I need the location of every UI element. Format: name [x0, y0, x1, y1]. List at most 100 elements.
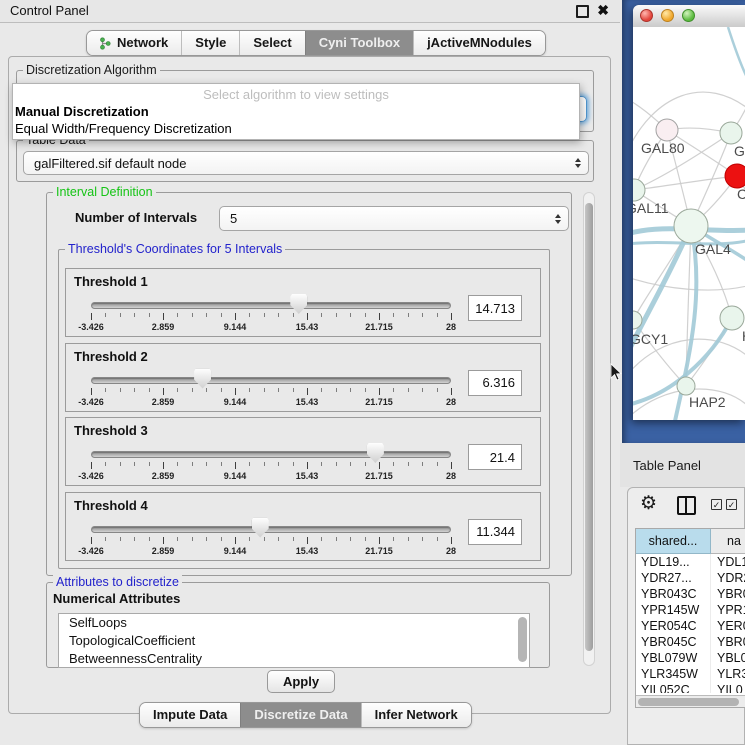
table-row[interactable]: YBR045CYBR0: [636, 634, 745, 650]
tick-label: 28: [446, 322, 456, 332]
slider-thumb[interactable]: [367, 443, 384, 463]
slider-track[interactable]: [91, 451, 451, 458]
slider-track[interactable]: [91, 377, 451, 384]
slider-thumb[interactable]: [290, 294, 307, 314]
threshold-value-field[interactable]: 21.4: [468, 444, 522, 470]
close-traffic-light[interactable]: [640, 9, 653, 22]
table-row[interactable]: YDL19...YDL1: [636, 554, 745, 570]
scrollbar-thumb[interactable]: [638, 698, 739, 706]
tick-label: -3.426: [78, 322, 104, 332]
column-header-name[interactable]: na: [711, 529, 745, 554]
tick-mark: [192, 537, 193, 541]
slider-tick-labels: -3.4262.8599.14415.4321.71528: [91, 322, 451, 333]
float-window-icon[interactable]: [576, 5, 589, 18]
tick-mark: [321, 388, 322, 392]
panel-vertical-scrollbar[interactable]: [583, 192, 595, 666]
slider-track[interactable]: [91, 526, 451, 533]
tick-mark: [437, 388, 438, 392]
table-row[interactable]: YIL052CYIL0: [636, 682, 745, 693]
threshold-value-field[interactable]: 6.316: [468, 370, 522, 396]
tick-label: 15.43: [296, 471, 319, 481]
table-row[interactable]: YDR27...YDR2: [636, 570, 745, 586]
tick-mark: [451, 462, 452, 469]
table-row[interactable]: YBL079WYBL0: [636, 650, 745, 666]
spinner-arrows-icon[interactable]: [555, 214, 561, 224]
table-row[interactable]: YPR145WYPR1: [636, 602, 745, 618]
slider-track[interactable]: [91, 302, 451, 309]
dropdown-placeholder-option[interactable]: Select algorithm to view settings: [13, 87, 579, 102]
table-data-select[interactable]: galFiltered.sif default node: [23, 151, 589, 175]
scrollbar-thumb[interactable]: [585, 203, 593, 651]
network-window-titlebar[interactable]: [633, 5, 745, 28]
table-row[interactable]: YLR345WYLR3: [636, 666, 745, 682]
gear-icon[interactable]: ⚙: [640, 492, 657, 515]
network-node-g-[interactable]: [720, 122, 742, 144]
attribute-item[interactable]: SelfLoops: [59, 614, 529, 632]
dropdown-option-manual-discretization[interactable]: Manual Discretization: [15, 104, 149, 119]
threshold-coordinates-group-title: Threshold's Coordinates for 5 Intervals: [65, 242, 285, 256]
tab-discretize-data[interactable]: Discretize Data: [240, 703, 360, 727]
threshold-value-field[interactable]: 14.713: [468, 295, 522, 321]
dropdown-option-equal-width-frequency[interactable]: Equal Width/Frequency Discretization: [15, 121, 232, 136]
table-panel-title: Table Panel: [633, 458, 701, 473]
tick-mark: [177, 462, 178, 466]
number-of-intervals-select[interactable]: 5: [219, 206, 569, 231]
table-horizontal-scrollbar[interactable]: [636, 695, 745, 708]
network-node-hap2[interactable]: [677, 377, 695, 395]
column-header-shared-name[interactable]: shared...: [636, 529, 711, 554]
table-row[interactable]: YBR043CYBR0: [636, 586, 745, 602]
tick-mark: [221, 537, 222, 541]
tab-style[interactable]: Style: [181, 31, 239, 55]
network-canvas[interactable]: GAL80G.CGAL11GAL4GCY1HHAP2: [633, 27, 745, 420]
zoom-traffic-light[interactable]: [682, 9, 695, 22]
network-node-gal4[interactable]: [674, 209, 708, 243]
top-tab-bar: NetworkStyleSelectCyni ToolboxjActiveMNo…: [86, 30, 546, 56]
threshold-box-4: Threshold 4-3.4262.8599.14415.4321.71528…: [65, 492, 541, 561]
tab-cyni-toolbox[interactable]: Cyni Toolbox: [305, 31, 413, 55]
attribute-item[interactable]: BetweennessCentrality: [59, 650, 529, 668]
tick-mark: [379, 313, 380, 320]
tick-label: 21.715: [365, 471, 393, 481]
network-node-h[interactable]: [720, 306, 744, 330]
spinner-arrows-icon[interactable]: [575, 158, 581, 168]
column-layout-icon[interactable]: [677, 496, 696, 515]
minimize-traffic-light[interactable]: [661, 9, 674, 22]
network-node-gal80[interactable]: [656, 119, 678, 141]
tick-mark: [177, 313, 178, 317]
network-graph: GAL80G.CGAL11GAL4GCY1HHAP2: [633, 27, 745, 420]
threshold-value-field[interactable]: 11.344: [468, 519, 522, 545]
table-header-row: shared... na: [636, 529, 745, 554]
tick-mark: [393, 537, 394, 541]
cell-name: YBR0: [711, 586, 745, 602]
tick-mark: [379, 537, 380, 544]
tick-mark: [149, 537, 150, 541]
apply-button[interactable]: Apply: [267, 670, 335, 693]
slider-thumb[interactable]: [252, 518, 269, 538]
tick-mark: [350, 462, 351, 466]
tick-mark: [437, 537, 438, 541]
tab-network[interactable]: Network: [87, 31, 181, 55]
close-icon[interactable]: ✖: [597, 2, 609, 19]
checkbox-icon[interactable]: ✓: [711, 499, 722, 510]
slider-tick-labels: -3.4262.8599.14415.4321.71528: [91, 546, 451, 557]
control-panel-titlebar: Control Panel ✖: [0, 0, 620, 23]
tick-label: 28: [446, 397, 456, 407]
tick-label: 15.43: [296, 397, 319, 407]
table-row[interactable]: YER054CYER0: [636, 618, 745, 634]
attribute-item[interactable]: TopologicalCoefficient: [59, 632, 529, 650]
tick-mark: [134, 537, 135, 541]
tab-impute-data[interactable]: Impute Data: [140, 703, 240, 727]
list-scrollbar-thumb[interactable]: [518, 617, 527, 662]
slider-thumb[interactable]: [194, 369, 211, 389]
tab-infer-network[interactable]: Infer Network: [361, 703, 471, 727]
checkbox-icon[interactable]: ✓: [726, 499, 737, 510]
tick-mark: [149, 462, 150, 466]
network-node-c[interactable]: [725, 164, 745, 188]
tab-jactivemnodules[interactable]: jActiveMNodules: [413, 31, 545, 55]
tab-select[interactable]: Select: [239, 31, 304, 55]
cell-shared-name: YBR045C: [636, 634, 711, 650]
numerical-attributes-list[interactable]: SelfLoopsTopologicalCoefficientBetweenne…: [58, 613, 530, 668]
tick-label: 9.144: [224, 546, 247, 556]
network-node-gal11[interactable]: [633, 179, 645, 201]
tick-mark: [177, 537, 178, 541]
